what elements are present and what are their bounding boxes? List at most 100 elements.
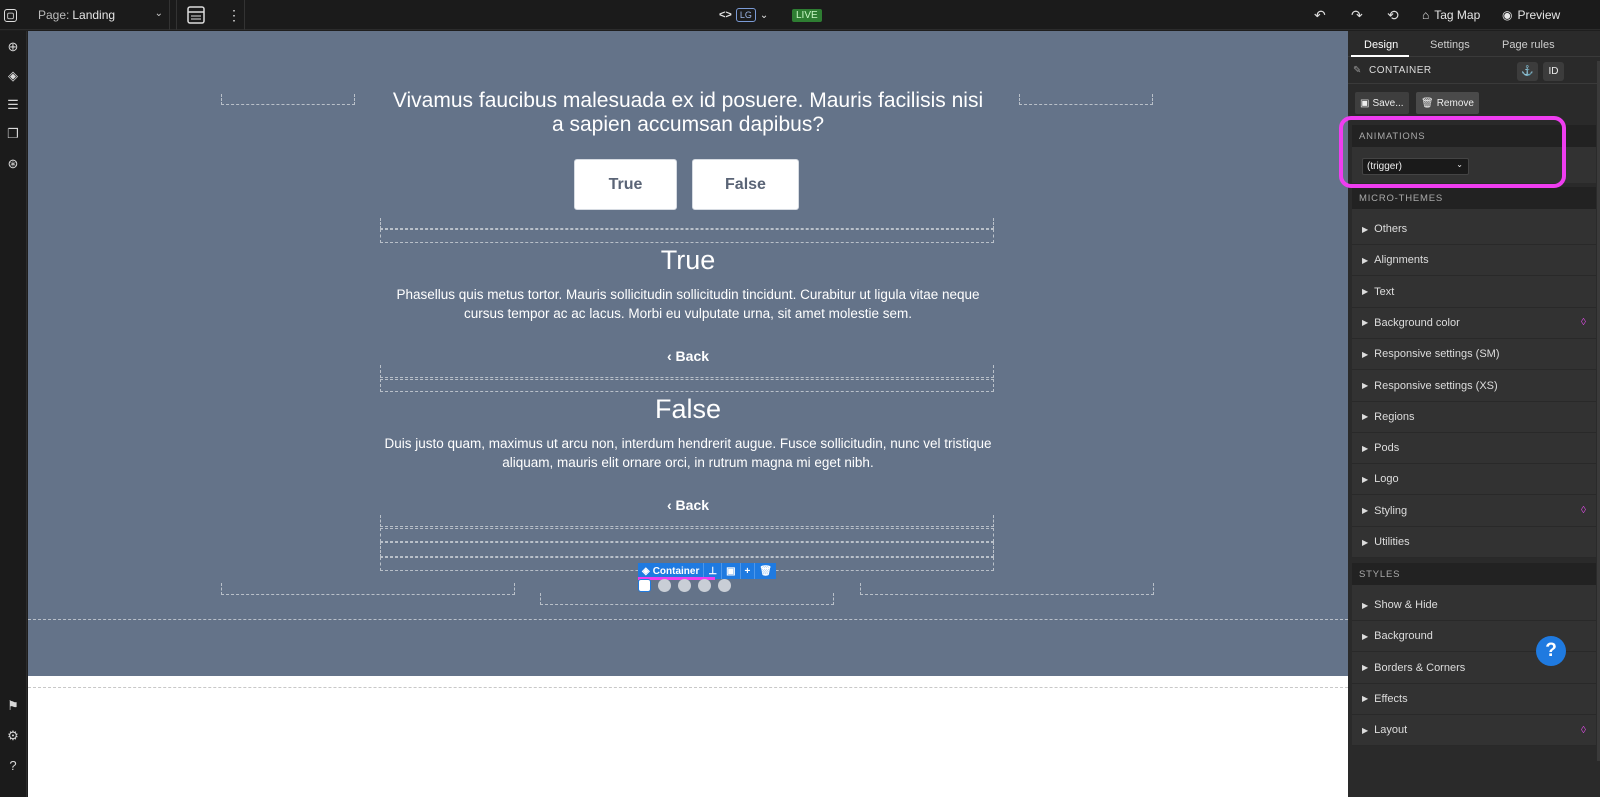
region-outline <box>221 583 515 595</box>
tag-icon: ⌂ <box>1422 8 1430 22</box>
settings-icon[interactable]: ⚙ <box>4 727 22 745</box>
panel-section-background-color[interactable]: ▶ Background color ◊ <box>1352 308 1596 339</box>
add-icon[interactable]: + <box>740 563 756 579</box>
panel-section-regions[interactable]: ▶ Regions <box>1352 402 1596 433</box>
preview-button[interactable]: ◉ Preview <box>1502 0 1560 30</box>
id-button[interactable]: ID <box>1543 62 1564 81</box>
remove-label: Remove <box>1436 97 1474 109</box>
panel-section-alignments[interactable]: ▶ Alignments <box>1352 245 1596 277</box>
quiz-question[interactable]: Vivamus faucibus malesuada ex id posuere… <box>388 89 988 137</box>
sections-icon[interactable]: ☰ <box>4 96 22 114</box>
app-logo[interactable]: ▢ <box>4 0 24 30</box>
layout-icon[interactable]: ▣ <box>722 563 741 579</box>
panel-section-text[interactable]: ▶ Text <box>1352 277 1596 308</box>
page-selector[interactable]: Page: Landing ⌄ <box>30 0 170 30</box>
selected-element-type: CONTAINER <box>1369 64 1432 76</box>
preview-label: Preview <box>1517 8 1561 22</box>
history-icon[interactable]: ⟲ <box>1387 0 1399 30</box>
add-icon[interactable]: ⊕ <box>4 38 22 56</box>
region-outline <box>380 365 994 378</box>
help-circle-icon[interactable]: ? <box>4 756 22 774</box>
save-button[interactable]: ▣ Save... <box>1355 92 1409 114</box>
panel-section-label: Text <box>1374 285 1395 298</box>
slide-dot-active[interactable] <box>638 579 651 592</box>
chevron-left-icon: ‹ <box>666 497 676 513</box>
caret-right-icon: ▶ <box>1362 381 1369 390</box>
slide-dot[interactable] <box>718 579 731 592</box>
remove-button[interactable]: 🗑 Remove <box>1416 92 1479 114</box>
caret-right-icon: ▶ <box>1362 537 1369 547</box>
undo-icon[interactable]: ↶ <box>1314 0 1326 30</box>
modified-indicator-icon: ◊ <box>1581 505 1586 517</box>
help-button[interactable]: ? <box>1536 636 1566 666</box>
caret-right-icon: ▶ <box>1362 443 1369 453</box>
slide-dot[interactable] <box>678 579 691 592</box>
breakpoint-switcher[interactable]: <> LG ⌄ <box>719 0 768 30</box>
panel-section-label: Borders & Corners <box>1374 661 1466 674</box>
panel-section-label: Logo <box>1374 473 1399 486</box>
panel-section-label: Alignments <box>1374 254 1429 267</box>
panel-section-logo[interactable]: ▶ Logo <box>1352 464 1596 496</box>
region-outline <box>221 94 355 105</box>
anchor-icon[interactable]: ⚓ <box>1517 62 1538 81</box>
modified-indicator-icon: ◊ <box>1581 724 1586 736</box>
slide-dot[interactable] <box>698 579 711 592</box>
panel-section-label: Effects <box>1374 692 1408 705</box>
editor-canvas[interactable]: Vivamus faucibus malesuada ex id posuere… <box>28 31 1348 797</box>
more-vertical-icon[interactable]: ⋮ <box>227 0 241 30</box>
panel-section-utilities[interactable]: ▶ Utilities <box>1352 527 1596 558</box>
panel-section-layout[interactable]: ▶ Layout ◊ <box>1352 715 1596 747</box>
panel-section-label: Layout <box>1374 724 1408 737</box>
panel-section-label: Others <box>1374 223 1408 235</box>
tab-design[interactable]: Design <box>1364 39 1398 51</box>
back-link[interactable]: ‹ Back <box>380 497 996 513</box>
pages-icon[interactable]: ❐ <box>4 125 22 143</box>
layers-icon: ◈ <box>642 565 650 577</box>
back-link-label: Back <box>675 348 710 364</box>
panel-section-label: Responsive settings (XS) <box>1374 379 1498 392</box>
page-selector-value: Landing <box>72 8 116 22</box>
caret-right-icon: ▶ <box>1362 631 1369 641</box>
panel-section-effects[interactable]: ▶ Effects <box>1352 684 1596 715</box>
panel-section-responsive-settings-sm[interactable]: ▶ Responsive settings (SM) <box>1352 339 1596 371</box>
pencil-icon[interactable]: ✎ <box>1353 65 1361 76</box>
caret-right-icon: ▶ <box>1362 663 1369 673</box>
region-outline <box>380 515 994 527</box>
answer-false-body[interactable]: Duis justo quam, maximus ut arcu non, in… <box>380 434 996 472</box>
region-outline <box>540 593 834 605</box>
panel-section-styling[interactable]: ▶ Styling ◊ <box>1352 496 1596 527</box>
true-button[interactable]: True <box>574 159 677 210</box>
answer-false-title[interactable]: False <box>380 394 996 425</box>
section-divider <box>28 687 1348 688</box>
panel-section-pods[interactable]: ▶ Pods <box>1352 433 1596 465</box>
styles-header: STYLES <box>1352 563 1596 585</box>
tab-settings[interactable]: Settings <box>1430 39 1470 51</box>
slide-dot[interactable] <box>658 579 671 592</box>
panel-tabs: Design Settings Page rules <box>1348 31 1600 57</box>
panel-section-others[interactable]: ▶ Others <box>1352 214 1596 245</box>
flag-icon[interactable]: ⚑ <box>4 697 22 715</box>
false-button[interactable]: False <box>692 159 799 210</box>
answer-true-body[interactable]: Phasellus quis metus tortor. Mauris soll… <box>380 285 996 323</box>
back-link[interactable]: ‹ Back <box>380 348 996 364</box>
micro-themes-list: ▶ Others ▶ Alignments ▶ Text ▶ Background color… <box>1352 209 1596 558</box>
panel-section-responsive-settings-xs[interactable]: ▶ Responsive settings (XS) <box>1352 371 1596 402</box>
panel-section-label: Utilities <box>1374 536 1410 548</box>
answer-true-title[interactable]: True <box>380 245 996 276</box>
tab-page-rules[interactable]: Page rules <box>1502 39 1555 51</box>
panel-section-label: Regions <box>1374 410 1415 423</box>
panel-section-label: Pods <box>1374 442 1400 455</box>
layout-icon[interactable] <box>187 0 205 30</box>
modified-indicator-icon: ◊ <box>1581 317 1586 329</box>
redo-icon[interactable]: ↷ <box>1351 0 1363 30</box>
layers-icon[interactable]: ◈ <box>4 67 22 85</box>
micro-themes-header: MICRO-THEMES <box>1352 187 1596 209</box>
live-badge-wrap: LIVE <box>792 0 822 30</box>
trash-icon[interactable]: 🗑 <box>755 563 777 579</box>
panel-section-show-hide[interactable]: ▶ Show & Hide <box>1352 590 1596 621</box>
shop-icon[interactable]: ⊛ <box>4 155 22 173</box>
tag-map-button[interactable]: ⌂ Tag Map <box>1422 0 1480 30</box>
caret-right-icon: ▶ <box>1362 506 1369 516</box>
quiz-section[interactable]: Vivamus faucibus malesuada ex id posuere… <box>28 31 1348 676</box>
region-outline <box>1019 94 1153 105</box>
